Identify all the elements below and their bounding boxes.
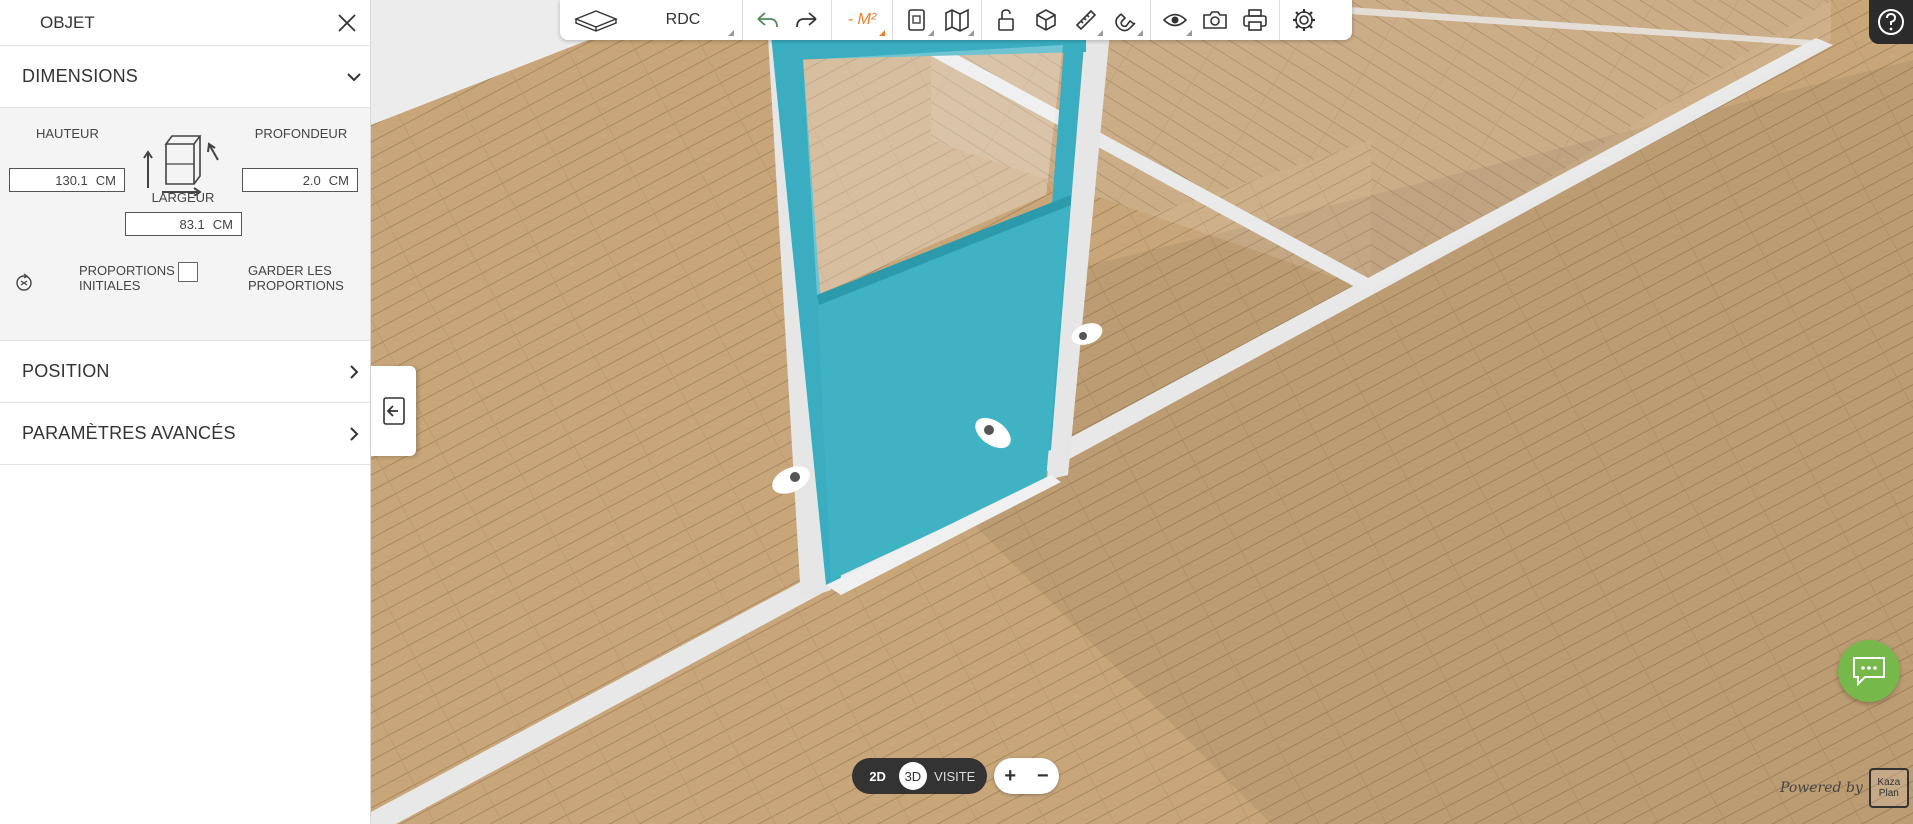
- dimensions-body: HAUTEUR 130.1 CM PROFONDEUR 2.0 CM LARGE…: [0, 108, 370, 341]
- 3d-viewport[interactable]: [371, 0, 1913, 824]
- width-unit: CM: [212, 216, 233, 232]
- width-value: 83.1: [179, 216, 205, 232]
- catalog-group: [893, 0, 982, 40]
- initial-proportions-label: PROPORTIONS INITIALES: [79, 263, 175, 293]
- scene-render: [371, 0, 1913, 824]
- redo-icon: [796, 12, 817, 28]
- ruler-icon: [1075, 9, 1097, 31]
- magnet-button[interactable]: [1106, 0, 1146, 40]
- cube-icon: [1036, 9, 1056, 31]
- collapse-panel-button[interactable]: [371, 366, 416, 456]
- height-value: 130.1: [55, 172, 88, 188]
- view-3d-button[interactable]: 3D: [898, 762, 927, 790]
- camera-icon: [1203, 11, 1227, 29]
- area-button[interactable]: - M²: [836, 0, 888, 40]
- eye-icon: [1162, 13, 1188, 27]
- section-position-label: POSITION: [22, 361, 110, 381]
- section-dimensions-label: DIMENSIONS: [22, 66, 139, 86]
- cube-view-button[interactable]: [1026, 0, 1066, 40]
- close-icon: [338, 13, 356, 32]
- undo-icon: [757, 12, 778, 28]
- section-advanced-params[interactable]: PARAMÈTRES AVANCÉS: [0, 403, 370, 465]
- help-button[interactable]: [1869, 0, 1913, 44]
- chat-button[interactable]: [1838, 640, 1900, 702]
- area-group: - M²: [832, 0, 893, 40]
- main-toolbar: RDC - M²: [560, 0, 1352, 40]
- floor-view-button[interactable]: [564, 0, 628, 40]
- powered-by-text: Powered by: [1780, 780, 1863, 796]
- catalog-icon: [908, 9, 925, 31]
- print-button[interactable]: [1235, 0, 1275, 40]
- dropdown-corner-icon: [928, 30, 934, 36]
- dropdown-corner-icon: [968, 30, 974, 36]
- height-unit: CM: [95, 172, 116, 188]
- chevron-right-icon: [350, 426, 359, 441]
- floor-plan-icon: [574, 10, 618, 32]
- collapse-left-icon: [382, 397, 405, 425]
- height-label: HAUTEUR: [36, 126, 99, 141]
- measure-button[interactable]: [1066, 0, 1106, 40]
- keep-proportions-checkbox[interactable]: [178, 262, 198, 282]
- camera-button[interactable]: [1195, 0, 1235, 40]
- width-label: LARGEUR: [151, 190, 215, 205]
- depth-value: 2.0: [302, 172, 321, 188]
- view-visit-button[interactable]: VISITE: [934, 762, 975, 790]
- gear-icon: [1293, 9, 1315, 31]
- chevron-down-icon: [347, 72, 361, 81]
- dropdown-corner-icon: [879, 30, 885, 36]
- section-position[interactable]: POSITION: [0, 341, 370, 403]
- history-group: [743, 0, 832, 40]
- level-value: RDC: [665, 11, 701, 28]
- catalog-button[interactable]: [897, 0, 937, 40]
- reset-icon: [16, 273, 32, 291]
- settings-group: [1280, 0, 1328, 40]
- zoom-controls: + −: [994, 758, 1059, 794]
- section-advanced-label: PARAMÈTRES AVANCÉS: [22, 423, 236, 443]
- depth-unit: CM: [328, 172, 349, 188]
- settings-button[interactable]: [1284, 0, 1324, 40]
- undo-button[interactable]: [747, 0, 787, 40]
- lock-button[interactable]: [986, 0, 1026, 40]
- width-input[interactable]: 83.1 CM: [125, 212, 242, 236]
- depth-label: PROFONDEUR: [254, 126, 348, 141]
- level-group: RDC: [560, 0, 743, 40]
- zoom-out-button[interactable]: −: [1030, 765, 1056, 788]
- chevron-right-icon: [350, 364, 359, 379]
- view-2d-button[interactable]: 2D: [864, 762, 892, 790]
- dropdown-corner-icon: [728, 30, 734, 36]
- help-icon: [1878, 9, 1904, 35]
- box-dimensions-icon: [143, 135, 219, 196]
- unlock-icon: [998, 9, 1014, 31]
- reset-proportions-button[interactable]: [14, 273, 34, 293]
- area-label: - M²: [847, 11, 877, 28]
- tools-group: [982, 0, 1151, 40]
- chat-icon: [1853, 657, 1885, 687]
- map-icon: [945, 8, 969, 32]
- dropdown-corner-icon: [1097, 30, 1103, 36]
- height-input[interactable]: 130.1 CM: [9, 168, 125, 192]
- keep-proportions-label: GARDER LES PROPORTIONS: [248, 263, 344, 293]
- kazaplan-logo: Kaza Plan: [1868, 768, 1909, 808]
- printer-icon: [1243, 9, 1267, 31]
- magnet-icon: [1115, 13, 1136, 32]
- level-select[interactable]: RDC: [628, 0, 738, 40]
- powered-by: Powered by Kaza Plan: [1780, 768, 1909, 808]
- output-group: [1151, 0, 1280, 40]
- zoom-in-button[interactable]: +: [997, 765, 1023, 788]
- map-button[interactable]: [937, 0, 977, 40]
- redo-button[interactable]: [787, 0, 827, 40]
- close-button[interactable]: [334, 10, 360, 36]
- panel-title: OBJET: [40, 12, 95, 32]
- panel-header: OBJET: [0, 0, 370, 46]
- depth-input[interactable]: 2.0 CM: [242, 168, 358, 192]
- dropdown-corner-icon: [1137, 30, 1143, 36]
- visibility-button[interactable]: [1155, 0, 1195, 40]
- dropdown-corner-icon: [1186, 30, 1192, 36]
- view-mode-switch: 2D 3D VISITE: [852, 758, 987, 794]
- section-dimensions[interactable]: DIMENSIONS: [0, 46, 370, 108]
- object-panel: OBJET DIMENSIONS HAUTEUR 130.1 CM PROFON…: [0, 0, 371, 824]
